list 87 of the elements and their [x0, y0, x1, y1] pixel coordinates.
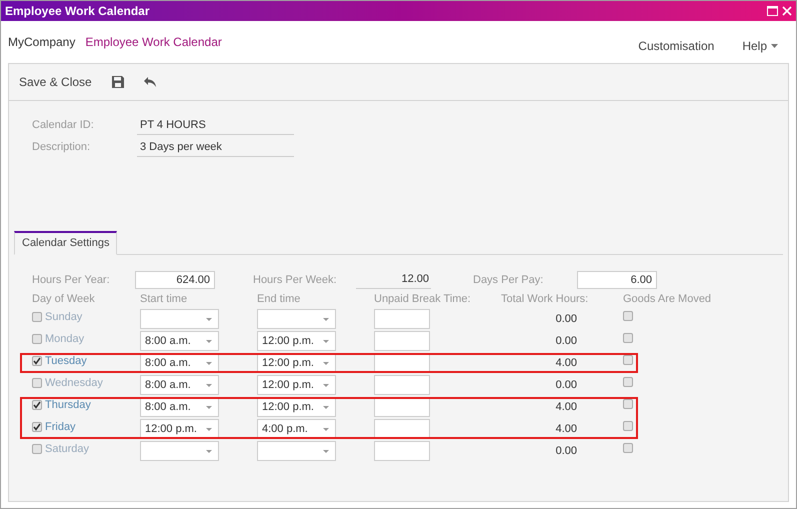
- input-field[interactable]: [374, 309, 430, 329]
- window-title: Employee Work Calendar: [5, 3, 150, 20]
- field-value: PT 4 HOURS: [137, 116, 294, 135]
- checkbox[interactable]: [32, 444, 42, 454]
- total-hours: 0.00: [554, 444, 577, 459]
- dropdown[interactable]: [257, 309, 336, 329]
- caret-icon: [323, 450, 329, 452]
- caret-icon: [206, 450, 212, 452]
- input-field[interactable]: [374, 441, 430, 461]
- field-label: Days Per Pay:: [473, 272, 544, 288]
- tab[interactable]: Calendar Settings: [14, 231, 118, 255]
- field-label: Hours Per Year:: [32, 272, 111, 288]
- dropdown[interactable]: [140, 309, 219, 329]
- day-label: Tuesday: [45, 354, 87, 369]
- caret-icon: [206, 406, 212, 408]
- close-icon[interactable]: [782, 6, 792, 16]
- day-label: Monday: [45, 332, 84, 347]
- input-field[interactable]: [374, 397, 430, 417]
- day-label: Wednesday: [45, 376, 103, 391]
- day-label: Saturday: [45, 442, 90, 457]
- field-label: Description:: [32, 140, 92, 156]
- checkbox[interactable]: [32, 356, 42, 366]
- total-hours: 0.00: [554, 334, 577, 349]
- column-header: Start time: [140, 292, 188, 307]
- input-field[interactable]: 624.00: [135, 271, 215, 289]
- caret-icon: [206, 428, 212, 430]
- checkbox[interactable]: [32, 400, 42, 410]
- total-hours: 4.00: [554, 422, 577, 437]
- column-header: Total Work Hours:: [501, 292, 588, 307]
- total-hours: 4.00: [554, 400, 577, 415]
- page-title: Employee Work Calendar: [85, 34, 222, 51]
- checkbox[interactable]: [32, 334, 42, 344]
- dropdown[interactable]: 8:00 a.m.: [140, 375, 219, 395]
- checkbox[interactable]: [623, 421, 633, 431]
- save-icon[interactable]: [112, 76, 124, 88]
- dropdown[interactable]: 8:00 a.m.: [140, 397, 219, 417]
- caret-icon: [323, 384, 329, 386]
- maximize-icon[interactable]: [767, 6, 778, 16]
- checkbox[interactable]: [623, 443, 633, 453]
- caret-icon: [323, 318, 329, 320]
- checkbox[interactable]: [623, 377, 633, 387]
- column-header: Day of Week: [32, 292, 95, 307]
- dropdown[interactable]: 12:00 p.m.: [257, 397, 336, 417]
- field-value: 12.00: [356, 271, 431, 289]
- caret-icon: [323, 428, 329, 430]
- field-label: Calendar ID:: [32, 118, 95, 134]
- checkbox[interactable]: [623, 355, 633, 365]
- save-close-button[interactable]: Save & Close: [19, 73, 92, 91]
- checkbox[interactable]: [32, 422, 42, 432]
- column-header: Unpaid Break Time:: [374, 292, 471, 307]
- menu-link[interactable]: Customisation: [638, 37, 714, 55]
- undo-icon[interactable]: [144, 77, 157, 87]
- dropdown[interactable]: 12:00 p.m.: [140, 419, 219, 439]
- checkbox[interactable]: [623, 333, 633, 343]
- dropdown[interactable]: 8:00 a.m.: [140, 331, 219, 351]
- day-label: Sunday: [45, 310, 82, 325]
- caret-icon: [206, 318, 212, 320]
- caret-icon: [206, 384, 212, 386]
- checkbox[interactable]: [623, 399, 633, 409]
- day-label: Thursday: [45, 398, 91, 413]
- breadcrumb-link[interactable]: MyCompany: [8, 33, 76, 51]
- caret-icon: [323, 362, 329, 364]
- caret-icon: [206, 362, 212, 364]
- day-label: Friday: [45, 420, 76, 435]
- dropdown[interactable]: [257, 441, 336, 461]
- checkbox[interactable]: [32, 312, 42, 322]
- input-field[interactable]: 6.00: [577, 271, 657, 289]
- input-field[interactable]: [374, 375, 430, 395]
- caret-icon: [323, 406, 329, 408]
- checkbox[interactable]: [32, 378, 42, 388]
- dropdown[interactable]: 12:00 p.m.: [257, 331, 336, 351]
- caret-icon: [206, 340, 212, 342]
- dropdown[interactable]: [140, 441, 219, 461]
- total-hours: 4.00: [554, 356, 577, 371]
- column-header: End time: [257, 292, 300, 307]
- checkbox[interactable]: [623, 311, 633, 321]
- field-value: 3 Days per week: [137, 138, 294, 157]
- total-hours: 0.00: [554, 378, 577, 393]
- input-field[interactable]: [374, 419, 430, 439]
- field-label: Hours Per Week:: [253, 272, 338, 288]
- caret-icon: [323, 340, 329, 342]
- menu-link[interactable]: Help: [742, 37, 778, 55]
- dropdown[interactable]: 12:00 p.m.: [257, 375, 336, 395]
- total-hours: 0.00: [554, 312, 577, 327]
- dropdown[interactable]: 4:00 p.m.: [257, 419, 336, 439]
- column-header: Goods Are Moved: [623, 292, 712, 307]
- input-field[interactable]: [374, 331, 430, 351]
